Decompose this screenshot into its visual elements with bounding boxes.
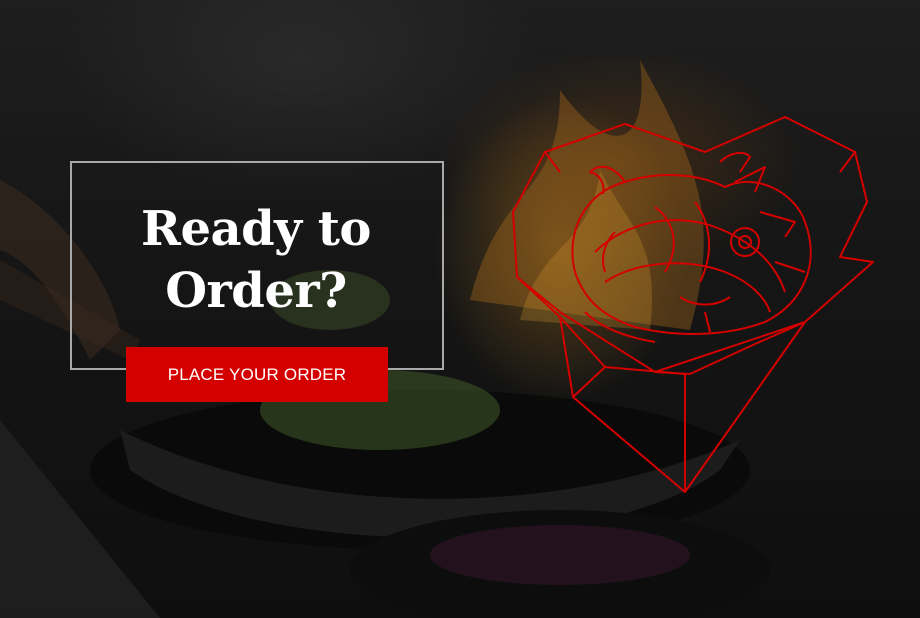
page-title: Ready to Order? xyxy=(141,201,371,319)
heart-dragon-logo-icon xyxy=(512,116,874,493)
place-order-button[interactable]: PLACE YOUR ORDER xyxy=(126,347,388,402)
order-cta-hero: Ready to Order? PLACE YOUR ORDER xyxy=(0,0,920,618)
